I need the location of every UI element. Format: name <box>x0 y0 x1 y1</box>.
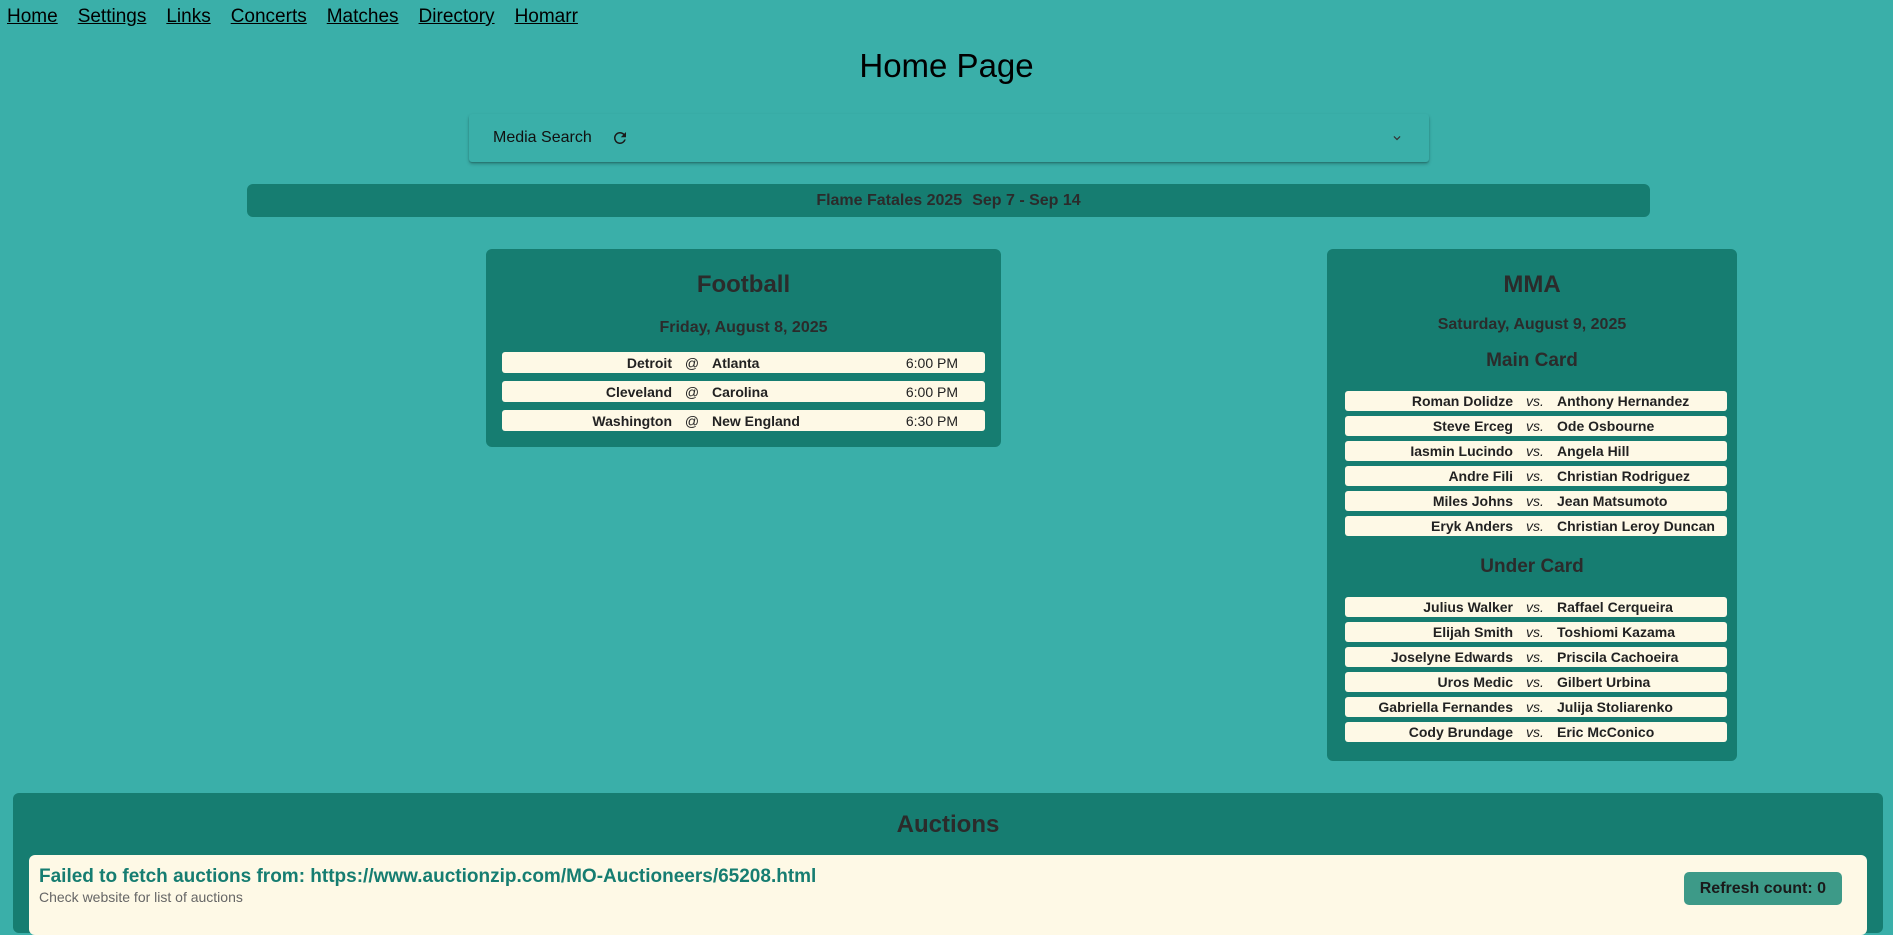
mma-date: Saturday, August 9, 2025 <box>1437 316 1627 333</box>
fighter-2: Angela Hill <box>1557 443 1630 459</box>
fighter-2: Raffael Cerqueira <box>1557 599 1673 615</box>
football-card: Football Friday, August 8, 2025 Detroit … <box>486 249 1001 447</box>
auction-error-hint: Check website for list of auctions <box>39 889 243 905</box>
fight-row: Iasmin Lucindo vs. Angela Hill <box>1345 441 1727 461</box>
fighter-1: Andre Fili <box>1448 468 1513 484</box>
fighter-2: Priscila Cachoeira <box>1557 649 1679 665</box>
vs-separator: vs. <box>1526 724 1544 740</box>
fighter-1: Eryk Anders <box>1431 518 1513 534</box>
nav-link-matches[interactable]: Matches <box>327 6 399 28</box>
auction-error-item: Failed to fetch auctions from: https://w… <box>29 855 1867 935</box>
nav-link-home[interactable]: Home <box>7 6 58 28</box>
fighter-2: Jean Matsumoto <box>1557 493 1668 509</box>
nav-link-settings[interactable]: Settings <box>78 6 147 28</box>
auctions-title: Auctions <box>896 811 1000 838</box>
media-search-accordion[interactable]: Media Search <box>469 114 1429 162</box>
nav-link-directory[interactable]: Directory <box>419 6 495 28</box>
vs-separator: vs. <box>1526 599 1544 615</box>
vs-separator: vs. <box>1526 674 1544 690</box>
vs-separator: vs. <box>1526 493 1544 509</box>
fighter-2: Christian Leroy Duncan <box>1557 518 1715 534</box>
nav-link-homarr[interactable]: Homarr <box>515 6 578 28</box>
nav-link-concerts[interactable]: Concerts <box>231 6 307 28</box>
vs-separator: vs. <box>1526 518 1544 534</box>
fighter-1: Joselyne Edwards <box>1390 649 1513 665</box>
fighter-2: Anthony Hernandez <box>1557 393 1690 409</box>
vs-separator: vs. <box>1526 649 1544 665</box>
refresh-icon[interactable] <box>610 128 630 148</box>
page-title: Home Page <box>859 47 1034 84</box>
vs-separator: vs. <box>1526 624 1544 640</box>
fight-row: Gabriella Fernandes vs. Julija Stoliaren… <box>1345 697 1727 717</box>
refresh-count-button[interactable]: Refresh count: 0 <box>1683 872 1842 905</box>
home-team: Carolina <box>712 383 769 400</box>
game-time: 6:00 PM <box>905 354 958 371</box>
fighter-2: Ode Osbourne <box>1557 418 1655 434</box>
at-separator: @ <box>684 412 700 429</box>
fighter-1: Cody Brundage <box>1408 724 1513 740</box>
event-name: Flame Fatales 2025 <box>816 191 963 209</box>
fight-row: Uros Medic vs. Gilbert Urbina <box>1345 672 1727 692</box>
fighter-1: Uros Medic <box>1437 674 1513 690</box>
vs-separator: vs. <box>1526 393 1544 409</box>
game-row: Washington @ New England 6:30 PM <box>502 410 985 431</box>
fighter-2: Julija Stoliarenko <box>1557 699 1673 715</box>
fighter-1: Roman Dolidze <box>1411 393 1513 409</box>
auctions-section: Auctions Failed to fetch auctions from: … <box>13 793 1883 935</box>
fight-row: Steve Erceg vs. Ode Osbourne <box>1345 416 1727 436</box>
football-date: Friday, August 8, 2025 <box>659 319 828 336</box>
fight-row: Roman Dolidze vs. Anthony Hernandez <box>1345 391 1727 411</box>
event-dates: Sep 7 - Sep 14 <box>972 191 1081 209</box>
nav-link-links[interactable]: Links <box>166 6 210 28</box>
vs-separator: vs. <box>1526 418 1544 434</box>
fighter-2: Eric McConico <box>1557 724 1655 740</box>
event-banner: Flame Fatales 2025 Sep 7 - Sep 14 <box>247 184 1650 217</box>
game-time: 6:00 PM <box>905 383 958 400</box>
vs-separator: vs. <box>1526 468 1544 484</box>
vs-separator: vs. <box>1526 699 1544 715</box>
fighter-1: Steve Erceg <box>1432 418 1513 434</box>
fighter-2: Gilbert Urbina <box>1557 674 1651 690</box>
at-separator: @ <box>684 383 700 400</box>
fight-row: Cody Brundage vs. Eric McConico <box>1345 722 1727 742</box>
top-nav: Home Settings Links Concerts Matches Dir… <box>7 6 578 28</box>
vs-separator: vs. <box>1526 443 1544 459</box>
mma-card: MMA Saturday, August 9, 2025 Main Card R… <box>1327 249 1737 761</box>
away-team: Detroit <box>626 354 672 371</box>
chevron-down-icon[interactable] <box>1389 130 1405 146</box>
at-separator: @ <box>684 354 700 371</box>
football-title: Football <box>696 271 791 298</box>
fighter-2: Toshiomi Kazama <box>1557 624 1675 640</box>
fighter-2: Christian Rodriguez <box>1557 468 1691 484</box>
home-team: Atlanta <box>712 354 760 371</box>
home-team: New England <box>712 412 800 429</box>
media-search-label: Media Search <box>493 129 592 146</box>
fight-row: Andre Fili vs. Christian Rodriguez <box>1345 466 1727 486</box>
game-time: 6:30 PM <box>905 412 958 429</box>
under-card-title: Under Card <box>1480 556 1584 577</box>
away-team: Washington <box>592 412 672 429</box>
fighter-1: Miles Johns <box>1432 493 1513 509</box>
main-card-title: Main Card <box>1486 350 1578 371</box>
fight-row: Elijah Smith vs. Toshiomi Kazama <box>1345 622 1727 642</box>
fight-row: Eryk Anders vs. Christian Leroy Duncan <box>1345 516 1727 536</box>
fight-row: Miles Johns vs. Jean Matsumoto <box>1345 491 1727 511</box>
fight-row: Julius Walker vs. Raffael Cerqueira <box>1345 597 1727 617</box>
fighter-1: Iasmin Lucindo <box>1410 443 1513 459</box>
mma-title: MMA <box>1503 271 1561 298</box>
fighter-1: Julius Walker <box>1423 599 1513 615</box>
fighter-1: Gabriella Fernandes <box>1378 699 1513 715</box>
fighter-1: Elijah Smith <box>1432 624 1513 640</box>
game-row: Detroit @ Atlanta 6:00 PM <box>502 352 985 373</box>
auction-error-message: Failed to fetch auctions from: https://w… <box>39 866 817 887</box>
away-team: Cleveland <box>605 383 672 400</box>
fight-row: Joselyne Edwards vs. Priscila Cachoeira <box>1345 647 1727 667</box>
game-row: Cleveland @ Carolina 6:00 PM <box>502 381 985 402</box>
